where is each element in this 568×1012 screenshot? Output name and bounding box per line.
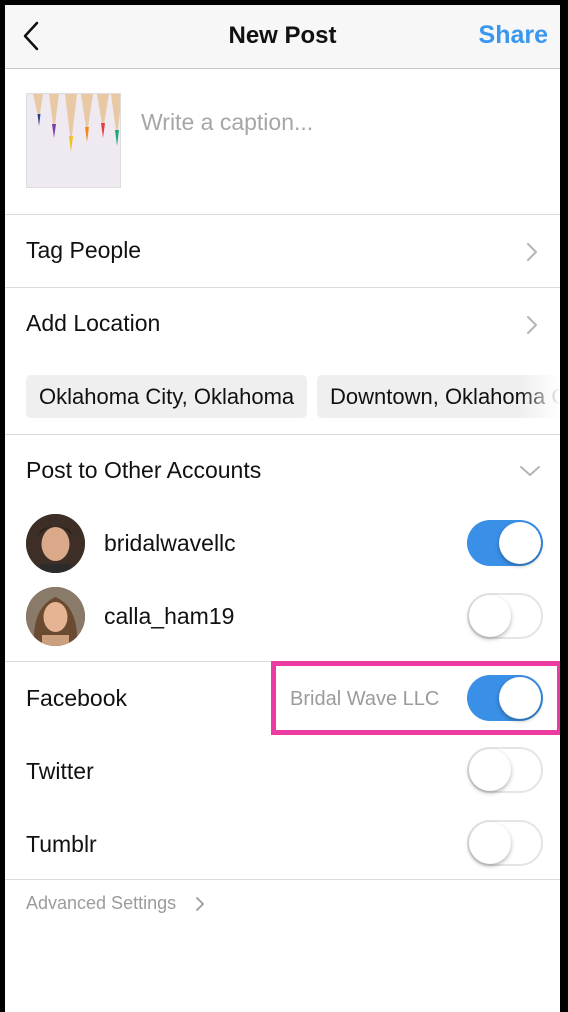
toggle-knob: [469, 822, 511, 864]
bridalwavellc-toggle[interactable]: [467, 520, 543, 566]
tag-people-row[interactable]: Tag People: [5, 215, 560, 288]
calla-ham19-toggle[interactable]: [467, 593, 543, 639]
toggle-knob: [499, 522, 541, 564]
chevron-right-icon: [527, 316, 537, 334]
page-title: New Post: [228, 22, 337, 49]
avatar: [26, 514, 85, 573]
add-location-label: Add Location: [26, 310, 161, 336]
chevron-down-icon[interactable]: [518, 464, 542, 478]
account-row: calla_ham19: [5, 580, 560, 652]
account-username: bridalwavellc: [104, 530, 236, 556]
new-post-screen: New Post Share Write a caption... Tag Pe…: [5, 5, 560, 1012]
scroll-fade: [520, 360, 560, 434]
toggle-knob: [469, 595, 511, 637]
divider: [5, 879, 560, 880]
toggle-knob: [469, 749, 511, 791]
avatar-photo: [26, 514, 85, 573]
avatar: [26, 587, 85, 646]
add-location-row[interactable]: Add Location: [5, 288, 560, 361]
caption-input[interactable]: [141, 109, 541, 136]
advanced-settings-link[interactable]: Advanced Settings: [26, 893, 176, 914]
account-username: calla_ham19: [104, 603, 235, 629]
post-thumbnail: [26, 93, 121, 188]
location-suggestions: Oklahoma City, Oklahoma Downtown, Oklaho…: [5, 360, 560, 435]
chevron-right-icon: [196, 897, 204, 911]
location-chip[interactable]: Oklahoma City, Oklahoma: [26, 375, 308, 418]
tumblr-label: Tumblr: [26, 831, 97, 857]
avatar-photo: [26, 587, 85, 646]
chevron-right-icon: [527, 243, 537, 261]
other-accounts-title: Post to Other Accounts: [26, 457, 262, 483]
account-row: bridalwavellc: [5, 507, 560, 579]
share-button[interactable]: Share: [479, 21, 548, 50]
colored-pencils-image: [27, 94, 120, 187]
facebook-label: Facebook: [26, 685, 128, 711]
caption-section: [5, 69, 560, 215]
twitter-toggle[interactable]: [467, 747, 543, 793]
highlight-box: [271, 661, 560, 735]
tag-people-label: Tag People: [26, 237, 142, 263]
nav-bar: New Post Share: [5, 5, 560, 69]
twitter-label: Twitter: [26, 758, 94, 784]
tumblr-toggle[interactable]: [467, 820, 543, 866]
